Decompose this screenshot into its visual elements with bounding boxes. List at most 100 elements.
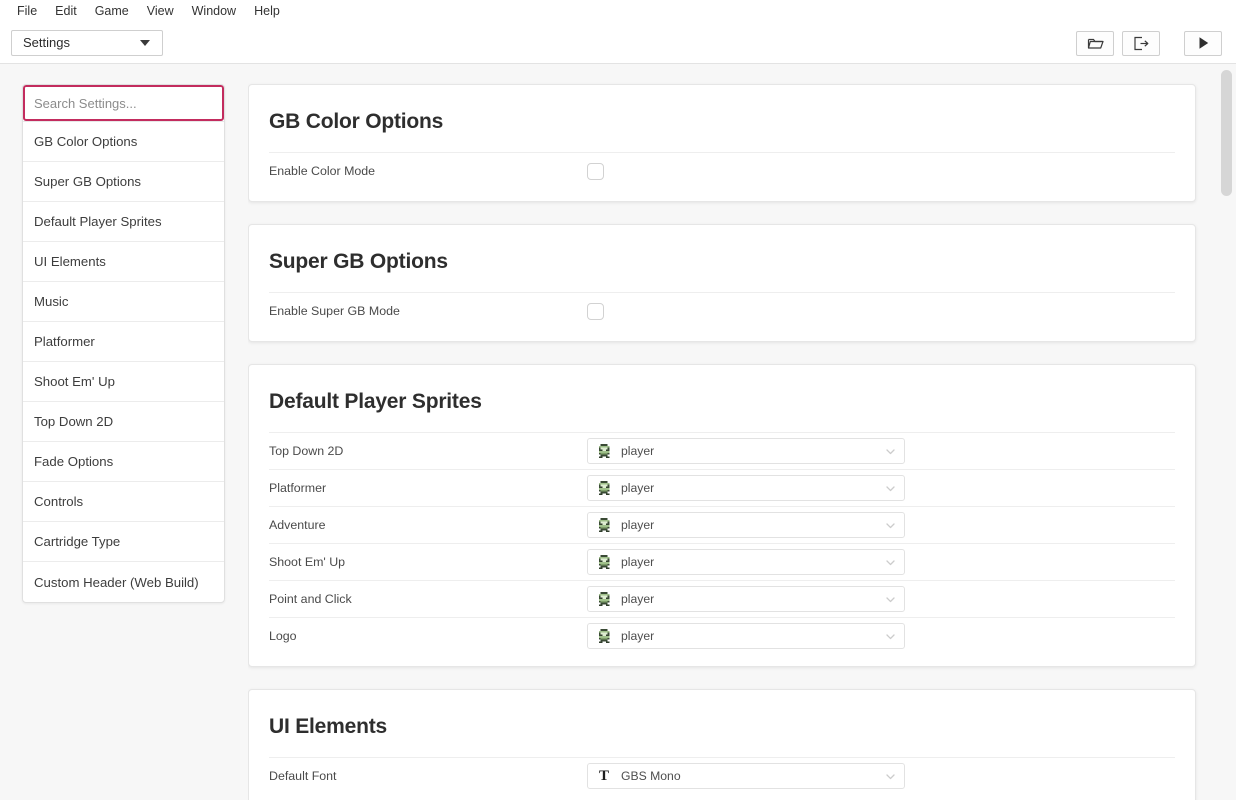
menu-item-help[interactable]: Help — [245, 2, 289, 20]
view-select[interactable]: Settings — [11, 29, 163, 56]
toolbar-actions — [1076, 22, 1222, 64]
enable-super-gb-mode-checkbox[interactable] — [587, 302, 604, 320]
sidebar-item-label: UI Elements — [34, 254, 106, 269]
section-card-gb-color-options: GB Color Options Enable Color Mode — [248, 84, 1196, 202]
sidebar-item-fade-options[interactable]: Fade Options — [23, 442, 224, 482]
chevron-down-icon — [885, 631, 896, 642]
sidebar-item-custom-header-web-build[interactable]: Custom Header (Web Build) — [23, 562, 224, 602]
enable-color-mode-checkbox[interactable] — [587, 162, 604, 180]
caret-down-icon — [140, 39, 150, 46]
sidebar-container: GB Color Options Super GB Options Default … — [0, 64, 248, 800]
export-icon — [1133, 36, 1149, 51]
settings-row: Adventure player — [269, 506, 1175, 543]
section-card-ui-elements: UI Elements Default Font T GBS Mono — [248, 689, 1196, 800]
settings-sections: GB Color Options Enable Color Mode Super G… — [248, 84, 1196, 800]
sidebar-item-ui-elements[interactable]: UI Elements — [23, 242, 224, 282]
sidebar-item-shoot-em-up[interactable]: Shoot Em' Up — [23, 362, 224, 402]
settings-row-field: T GBS Mono — [587, 763, 1175, 789]
default-sprite-adventure-select[interactable]: player — [587, 512, 905, 538]
section-title: UI Elements — [269, 715, 388, 738]
sidebar-item-cartridge-type[interactable]: Cartridge Type — [23, 522, 224, 562]
settings-row-field: player — [587, 512, 1175, 538]
menu-item-file[interactable]: File — [8, 2, 46, 20]
sidebar-item-label: GB Color Options — [34, 134, 138, 149]
sidebar-item-top-down-2d[interactable]: Top Down 2D — [23, 402, 224, 442]
sidebar-item-gb-color-options[interactable]: GB Color Options — [23, 122, 224, 162]
select-value: player — [621, 555, 655, 569]
chevron-down-icon — [885, 446, 896, 457]
settings-row-label: Platformer — [269, 481, 327, 495]
default-sprite-platformer-select[interactable]: player — [587, 475, 905, 501]
chevron-down-icon — [885, 520, 896, 531]
default-font-select[interactable]: T GBS Mono — [587, 763, 905, 789]
sidebar-item-label: Cartridge Type — [34, 534, 121, 549]
toolbar: Settings — [0, 22, 1236, 64]
sprite-icon — [596, 591, 612, 607]
menu-item-window[interactable]: Window — [183, 2, 245, 20]
sidebar-item-label: Controls — [34, 494, 84, 509]
menu-item-edit[interactable]: Edit — [46, 2, 86, 20]
settings-row-field: player — [587, 475, 1175, 501]
sidebar-item-label: Super GB Options — [34, 174, 142, 189]
sidebar-item-label: Platformer — [34, 334, 95, 349]
settings-row: Platformer player — [269, 469, 1175, 506]
select-value: player — [621, 629, 655, 643]
sidebar-item-super-gb-options[interactable]: Super GB Options — [23, 162, 224, 202]
chevron-down-icon — [885, 594, 896, 605]
default-sprite-point-and-click-select[interactable]: player — [587, 586, 905, 612]
settings-row-label: Enable Color Mode — [269, 164, 376, 178]
font-icon: T — [596, 768, 612, 784]
export-button[interactable] — [1122, 30, 1160, 56]
content-scrollbar-thumb[interactable] — [1221, 70, 1232, 196]
settings-row: Enable Super GB Mode — [269, 292, 1175, 329]
section-title: Default Player Sprites — [269, 390, 482, 413]
sprite-icon — [596, 517, 612, 533]
sidebar-item-label: Top Down 2D — [34, 414, 114, 429]
menu-item-view[interactable]: View — [138, 2, 183, 20]
content-scrollbar-track[interactable] — [1221, 70, 1232, 730]
menu-bar: File Edit Game View Window Help — [0, 0, 1236, 22]
sidebar-item-platformer[interactable]: Platformer — [23, 322, 224, 362]
default-sprite-top-down-2d-select[interactable]: player — [587, 438, 905, 464]
default-sprite-shoot-em-up-select[interactable]: player — [587, 549, 905, 575]
sidebar-item-default-player-sprites[interactable]: Default Player Sprites — [23, 202, 224, 242]
section-title: Super GB Options — [269, 250, 448, 273]
view-select-label: Settings — [23, 35, 70, 50]
settings-row-label: Default Font — [269, 769, 337, 783]
settings-row: Enable Color Mode — [269, 152, 1175, 189]
search-input[interactable] — [23, 85, 224, 121]
sidebar-item-music[interactable]: Music — [23, 282, 224, 322]
settings-row-field: player — [587, 586, 1175, 612]
select-value: player — [621, 444, 655, 458]
settings-row-label: Enable Super GB Mode — [269, 304, 400, 318]
settings-row-label: Shoot Em' Up — [269, 555, 346, 569]
sprite-icon — [596, 443, 612, 459]
open-project-button[interactable] — [1076, 30, 1114, 56]
settings-sidebar: GB Color Options Super GB Options Default … — [22, 84, 225, 603]
sprite-icon — [596, 480, 612, 496]
settings-row-field: player — [587, 549, 1175, 575]
settings-row-label: Top Down 2D — [269, 444, 344, 458]
search-row — [23, 85, 224, 122]
default-sprite-logo-select[interactable]: player — [587, 623, 905, 649]
settings-row-label: Logo — [269, 629, 297, 643]
settings-row: Shoot Em' Up player — [269, 543, 1175, 580]
sprite-icon — [596, 628, 612, 644]
sidebar-item-label: Custom Header (Web Build) — [34, 574, 199, 590]
sprite-icon — [596, 554, 612, 570]
chevron-down-icon — [885, 557, 896, 568]
play-icon — [1197, 36, 1210, 50]
sidebar-item-label: Shoot Em' Up — [34, 374, 115, 389]
sidebar-item-label: Fade Options — [34, 454, 114, 469]
settings-row: Top Down 2D player — [269, 432, 1175, 469]
settings-row-label: Point and Click — [269, 592, 352, 606]
select-value: player — [621, 592, 655, 606]
settings-content: GB Color Options Enable Color Mode Super G… — [248, 64, 1236, 800]
folder-icon — [1087, 36, 1104, 51]
section-card-default-player-sprites: Default Player Sprites Top Down 2D player P… — [248, 364, 1196, 667]
menu-item-game[interactable]: Game — [86, 2, 138, 20]
chevron-down-icon — [885, 483, 896, 494]
run-button[interactable] — [1184, 30, 1222, 56]
settings-row-field: player — [587, 438, 1175, 464]
sidebar-item-controls[interactable]: Controls — [23, 482, 224, 522]
